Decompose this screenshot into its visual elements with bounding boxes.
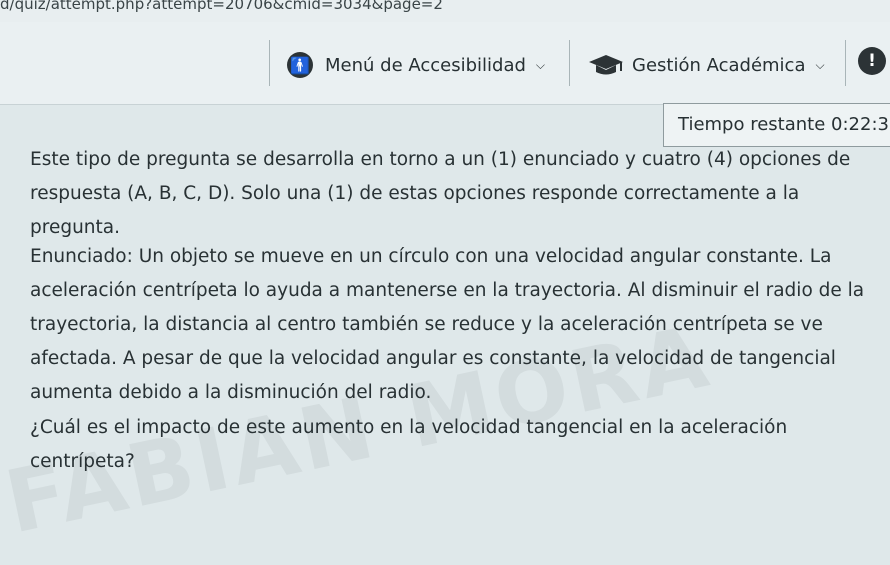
nav-divider <box>269 40 270 86</box>
chevron-down-icon: ⌵ <box>815 57 825 72</box>
accessibility-icon: 🚹 <box>287 52 313 78</box>
nav-divider <box>845 40 846 86</box>
accessibility-menu-label: Menú de Accesibilidad <box>325 54 526 76</box>
question-intro: Este tipo de pregunta se desarrolla en t… <box>30 149 851 238</box>
timer-value: 0:22:3 <box>831 114 889 135</box>
address-bar[interactable]: d/quiz/attempt.php?attempt=20706&cmid=30… <box>0 0 890 23</box>
time-remaining: Tiempo restante 0:22:3 <box>663 103 890 147</box>
url-text: d/quiz/attempt.php?attempt=20706&cmid=30… <box>0 0 443 13</box>
nav-divider <box>569 40 570 86</box>
graduation-cap-icon <box>589 55 623 75</box>
alert-icon[interactable]: ! <box>858 47 886 75</box>
accessibility-menu[interactable]: 🚹 Menú de Accesibilidad ⌵ <box>287 50 545 80</box>
academic-management-label: Gestión Académica <box>632 54 806 76</box>
top-navbar: 🚹 Menú de Accesibilidad ⌵ Gestión Académ… <box>0 22 890 105</box>
academic-management-menu[interactable]: Gestión Académica ⌵ <box>588 50 825 80</box>
question-statement: Enunciado: Un objeto se mueve en un círc… <box>30 246 865 403</box>
question-prompt: ¿Cuál es el impacto de este aumento en l… <box>30 417 788 472</box>
chevron-down-icon: ⌵ <box>535 57 546 72</box>
timer-label: Tiempo restante <box>678 114 826 135</box>
